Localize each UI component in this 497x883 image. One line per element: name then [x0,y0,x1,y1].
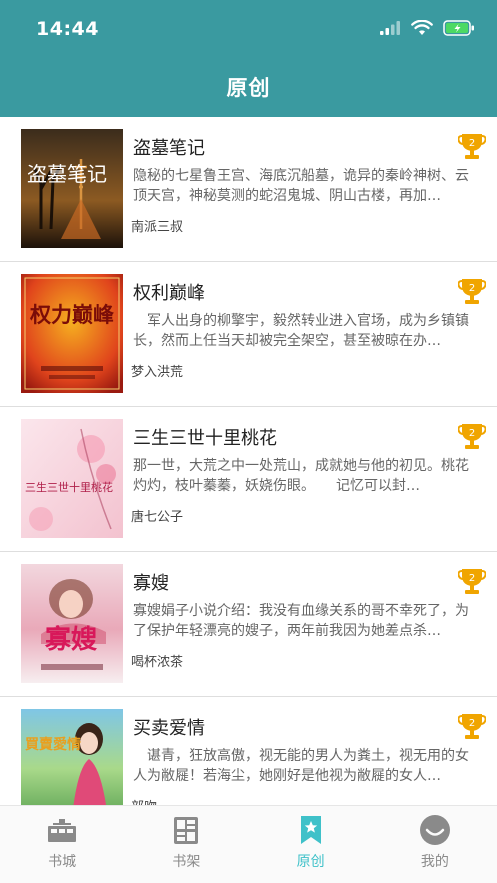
book-author: 梦入洪荒 [131,365,184,380]
book-cover-title: 权力巅峰 [29,302,114,327]
book-list[interactable]: 盗墓笔记 盗墓笔记 隐秘的七星鲁王宫、海底沉船墓，诡异的秦岭神树、云顶天宫，神秘… [0,117,497,805]
original-icon [300,816,321,844]
book-list-item[interactable]: 三生三世十里桃花 三生三世十里桃花 那一世，大荒之中一处荒山，成就她与他的初见。… [0,407,497,552]
book-list-item[interactable]: 買賣愛情 买卖爱情 谌青，狂放高傲，视无能的男人为粪土，视无用的女人为敝屣！若海… [0,697,497,805]
rank-number: 2 [469,573,475,584]
book-author: 部吻 [131,796,157,805]
book-cover[interactable]: 買賣愛情 [21,709,123,805]
screen: 14:44 原创 盗墓笔记 盗墓笔记 隐秘的七星鲁王宫、海底沉船墓，诡异的秦岭神… [0,0,497,883]
header: 14:44 原创 [0,0,497,117]
tab-bookshelf[interactable]: 书架 [124,806,248,883]
status-icons [379,20,475,36]
trophy-icon: 2 [458,714,486,739]
book-author: 南派三叔 [131,220,184,235]
book-cover[interactable]: 三生三世十里桃花 [21,419,123,538]
bookshelf-icon [174,817,199,844]
signal-icon [380,21,400,35]
rank-number: 2 [469,283,475,294]
book-list-item[interactable]: 盗墓笔记 盗墓笔记 隐秘的七星鲁王宫、海底沉船墓，诡异的秦岭神树、云顶天宫，神秘… [0,117,497,262]
tab-label: 书城 [48,854,77,870]
trophy-icon: 2 [458,279,486,304]
profile-icon [419,815,450,845]
book-title[interactable]: 三生三世十里桃花 [133,424,277,450]
tab-bar: 书城 书架 原创 我的 [0,805,497,883]
trophy-icon: 2 [458,424,486,449]
tab-label: 书架 [172,854,201,870]
book-cover-title: 三生三世十里桃花 [25,480,113,494]
book-cover-title: 盗墓笔记 [27,162,107,186]
rank-number: 2 [469,428,475,439]
tab-original[interactable]: 原创 [249,806,373,883]
tab-bookstore[interactable]: 书城 [0,806,124,883]
bookstore-icon [48,819,77,842]
book-description: 隐秘的七星鲁王宫、海底沉船墓，诡异的秦岭神树、云顶天宫，神秘莫测的蛇沼鬼城、阴山… [133,168,469,204]
battery-icon [443,20,474,36]
book-cover[interactable]: 盗墓笔记 [21,129,123,248]
book-description: 军人出身的柳擎宇，毅然转业进入官场，成为乡镇镇长，然而上任当天却被完全架空，甚至… [133,313,469,349]
book-description: 谌青，狂放高傲，视无能的男人为粪土，视无用的女人为敝屣！若海尘，她刚好是他视为敝… [133,748,469,784]
trophy-icon: 2 [458,134,486,159]
book-title[interactable]: 权利巅峰 [133,279,205,305]
page-title: 原创 [226,76,271,100]
book-title[interactable]: 盗墓笔记 [133,134,205,160]
book-description: 寡嫂娟子小说介绍：我没有血缘关系的哥不幸死了，为了保护年轻漂亮的嫂子，两年前我因… [133,603,469,639]
book-list-item[interactable]: 权力巅峰 权利巅峰 军人出身的柳擎宇，毅然转业进入官场，成为乡镇镇长，然而上任当… [0,262,497,407]
book-cover[interactable]: 权力巅峰 [21,274,123,393]
tab-profile[interactable]: 我的 [373,806,497,883]
trophy-icon: 2 [458,569,486,594]
book-description: 那一世，大荒之中一处荒山，成就她与他的初见。桃花灼灼，枝叶蓁蓁，妖娆伤眼。 记忆… [133,458,469,494]
book-cover-title: 買賣愛情 [25,736,81,753]
rank-number: 2 [469,138,475,149]
book-author: 喝杯浓茶 [131,655,184,670]
tab-label: 原创 [296,854,325,870]
book-title[interactable]: 寡嫂 [133,569,169,595]
tab-label: 我的 [420,854,449,870]
rank-number: 2 [469,718,475,729]
book-author: 唐七公子 [131,510,184,525]
status-time: 14:44 [36,18,99,40]
book-cover-title: 寡嫂 [44,624,98,655]
book-title[interactable]: 买卖爱情 [133,714,205,740]
book-list-item[interactable]: 寡嫂 寡嫂 寡嫂娟子小说介绍：我没有血缘关系的哥不幸死了，为了保护年轻漂亮的嫂子… [0,552,497,697]
wifi-icon [411,20,433,35]
status-bar: 14:44 [0,0,497,60]
book-cover[interactable]: 寡嫂 [21,564,123,683]
